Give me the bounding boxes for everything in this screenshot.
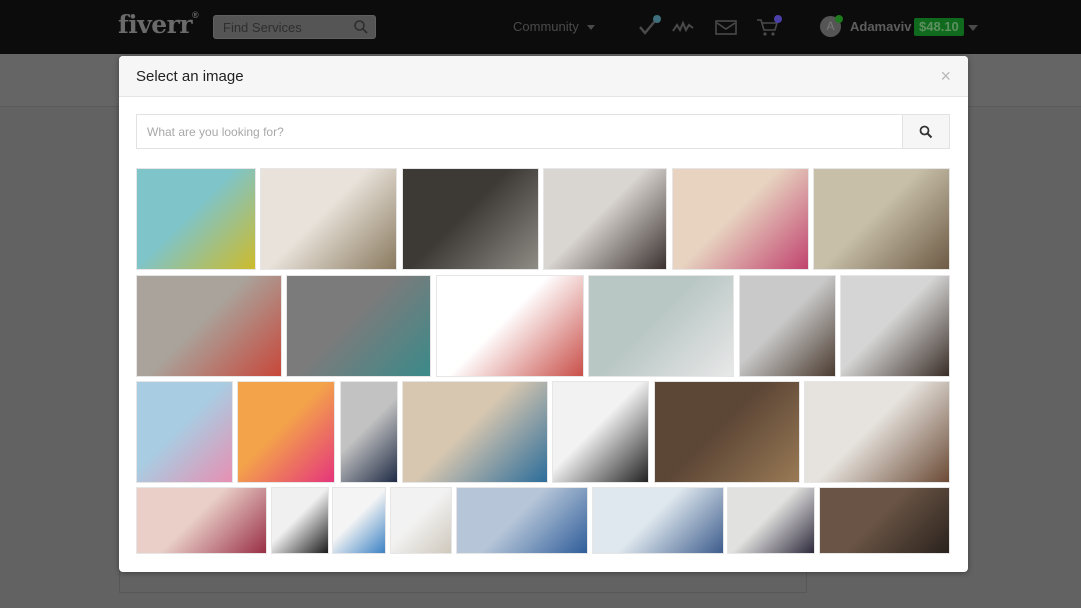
image-thumbnail[interactable] — [136, 487, 267, 554]
chevron-down-icon[interactable] — [968, 25, 978, 31]
image-thumbnail[interactable] — [456, 487, 588, 554]
modal-title: Select an image — [136, 68, 244, 85]
image-thumbnail[interactable] — [237, 381, 335, 483]
image-thumbnail[interactable] — [260, 168, 397, 270]
search-icon[interactable] — [353, 19, 369, 35]
avatar-initial: A — [826, 19, 835, 33]
image-thumbnail[interactable] — [136, 275, 282, 377]
online-status-dot — [835, 15, 843, 23]
find-services-search[interactable]: Find Services — [213, 15, 376, 39]
image-thumbnail[interactable] — [654, 381, 800, 483]
image-thumbnail[interactable] — [739, 275, 836, 377]
image-thumbnail[interactable] — [402, 381, 548, 483]
image-thumbnail[interactable] — [552, 381, 649, 483]
image-thumbnail[interactable] — [436, 275, 584, 377]
image-thumbnail[interactable] — [813, 168, 950, 270]
community-menu[interactable]: Community — [513, 19, 595, 34]
image-row — [136, 168, 950, 270]
image-thumbnail[interactable] — [286, 275, 431, 377]
image-row — [136, 275, 950, 377]
modal-header: Select an image × — [119, 56, 968, 97]
cart-icon[interactable] — [756, 15, 782, 39]
image-thumbnail[interactable] — [543, 168, 667, 270]
image-thumbnail[interactable] — [727, 487, 815, 554]
image-thumbnail[interactable] — [332, 487, 386, 554]
select-image-modal: Select an image × — [119, 56, 968, 572]
close-icon[interactable]: × — [940, 66, 951, 87]
search-icon — [919, 125, 933, 139]
activity-icon[interactable] — [671, 15, 697, 39]
image-thumbnail[interactable] — [592, 487, 724, 554]
image-thumbnail[interactable] — [271, 487, 329, 554]
notification-dot — [653, 15, 661, 23]
logo-text: fiverr — [118, 10, 193, 39]
image-thumbnail[interactable] — [136, 168, 256, 270]
registered-mark: ® — [192, 9, 199, 20]
mail-icon[interactable] — [713, 15, 739, 39]
image-thumbnail[interactable] — [136, 381, 233, 483]
balance-badge[interactable]: $48.10 — [914, 18, 964, 36]
image-thumbnail[interactable] — [588, 275, 734, 377]
image-thumbnail[interactable] — [402, 168, 539, 270]
community-label: Community — [513, 19, 579, 34]
image-thumbnail[interactable] — [819, 487, 950, 554]
top-navigation-bar: fiverr® Find Services Community A Adamav… — [0, 0, 1081, 54]
image-thumbnail[interactable] — [390, 487, 452, 554]
image-row — [136, 487, 950, 554]
notification-dot — [774, 15, 782, 23]
image-thumbnail[interactable] — [804, 381, 950, 483]
image-search-button[interactable] — [902, 115, 949, 148]
image-search-field — [136, 114, 950, 149]
image-thumbnail[interactable] — [840, 275, 950, 377]
find-services-placeholder: Find Services — [223, 20, 302, 35]
image-row — [136, 381, 950, 483]
username[interactable]: Adamaviv — [850, 19, 911, 34]
chevron-down-icon — [586, 25, 595, 31]
image-search-input[interactable] — [137, 115, 905, 148]
fiverr-logo[interactable]: fiverr® — [118, 9, 199, 39]
checkmark-icon[interactable] — [637, 15, 663, 39]
image-thumbnail[interactable] — [340, 381, 398, 483]
image-thumbnail[interactable] — [672, 168, 809, 270]
